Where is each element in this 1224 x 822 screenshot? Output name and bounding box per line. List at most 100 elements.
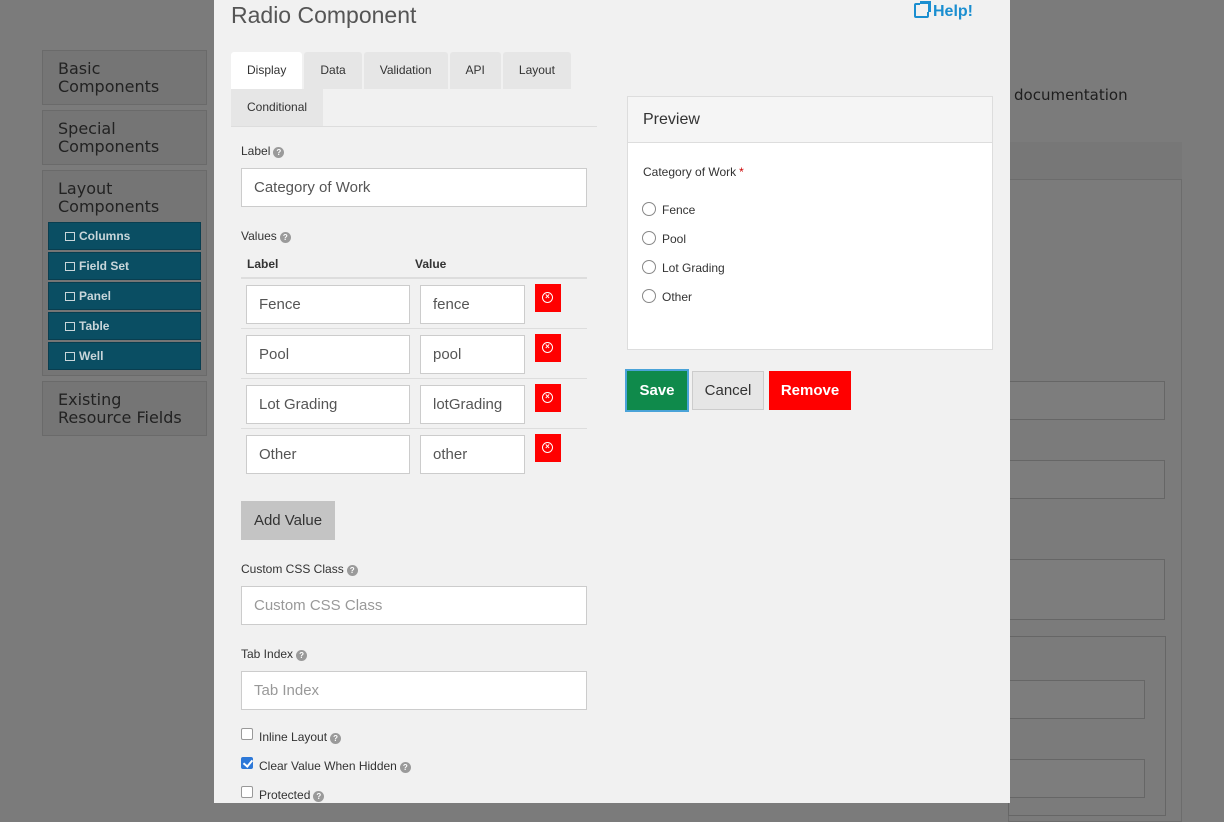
item-label: Columns (79, 229, 131, 243)
clear-value-option: Clear Value When Hidden? (241, 757, 411, 773)
tab-data[interactable]: Data (304, 52, 362, 89)
radio-option-other[interactable]: Other (642, 289, 692, 304)
table-row: × (241, 329, 587, 379)
question-icon[interactable]: ? (399, 762, 411, 773)
list-alt-icon (65, 292, 75, 301)
values-table-header: Label Value (241, 257, 587, 279)
tab-display[interactable]: Display (231, 52, 303, 89)
question-icon[interactable]: ? (330, 733, 342, 744)
question-icon[interactable]: ? (346, 565, 358, 576)
question-icon[interactable]: ? (273, 147, 285, 158)
checkbox-label: Inline Layout (259, 730, 328, 744)
remove-circle-icon: × (542, 442, 553, 453)
value-value-input[interactable] (420, 335, 525, 374)
radio-label: Pool (662, 232, 687, 246)
table-row: × (241, 379, 587, 429)
column-header-label: Label (247, 257, 279, 271)
clear-value-checkbox[interactable] (241, 757, 253, 769)
columns-icon (65, 232, 75, 241)
table-icon (65, 322, 75, 331)
radio-label: Fence (662, 203, 696, 217)
item-label: Well (79, 349, 104, 363)
checkbox-label: Protected (259, 788, 311, 802)
help-link[interactable]: Help! (914, 1, 973, 21)
group-label: Special (58, 119, 116, 138)
value-label-input[interactable] (246, 335, 410, 374)
protected-checkbox[interactable] (241, 786, 253, 798)
checkbox-label: Clear Value When Hidden (259, 759, 397, 773)
remove-row-button[interactable]: × (535, 434, 561, 462)
question-icon[interactable]: ? (296, 650, 308, 661)
save-button[interactable]: Save (627, 371, 687, 410)
radio-circle[interactable] (642, 289, 656, 303)
radio-circle[interactable] (642, 202, 656, 216)
background-input (1008, 759, 1145, 798)
custom-css-input[interactable] (241, 586, 587, 625)
label-input[interactable] (241, 168, 587, 207)
radio-option-lot-grading[interactable]: Lot Grading (642, 260, 725, 275)
protected-option: Protected? (241, 786, 325, 802)
value-label-input[interactable] (246, 435, 410, 474)
tab-index-input[interactable] (241, 671, 587, 710)
layout-item-panel[interactable]: Panel (48, 282, 201, 310)
group-existing-resource-fields[interactable]: Existing Resource Fields (42, 381, 207, 436)
values-field-label: Values? (241, 229, 291, 243)
tab-layout[interactable]: Layout (502, 52, 571, 89)
modal-title: Radio Component (231, 2, 417, 28)
value-label-input[interactable] (246, 285, 410, 324)
inline-layout-option: Inline Layout? (241, 728, 342, 744)
column-header-value: Value (415, 257, 447, 271)
required-mark: * (739, 165, 744, 179)
value-label-input[interactable] (246, 385, 410, 424)
help-label: Help! (933, 3, 973, 20)
layout-item-columns[interactable]: Columns (48, 222, 201, 250)
radio-label: Lot Grading (662, 261, 725, 275)
square-icon (65, 352, 75, 361)
th-large-icon (65, 262, 75, 271)
preview-panel: Preview Category of Work * Fence Pool Lot… (627, 96, 993, 350)
remove-row-button[interactable]: × (535, 284, 561, 312)
question-icon[interactable]: ? (313, 791, 325, 802)
background-input (1008, 460, 1165, 499)
value-value-input[interactable] (420, 285, 525, 324)
value-value-input[interactable] (420, 435, 525, 474)
question-icon[interactable]: ? (279, 232, 291, 243)
add-value-button[interactable]: Add Value (241, 501, 335, 540)
inline-layout-checkbox[interactable] (241, 728, 253, 740)
tab-conditional[interactable]: Conditional (231, 89, 324, 126)
radio-circle[interactable] (642, 231, 656, 245)
group-special-components[interactable]: Special Components (42, 110, 207, 165)
tab-api[interactable]: API (449, 52, 501, 89)
preview-field-label: Category of Work * (643, 165, 744, 179)
value-value-input[interactable] (420, 385, 525, 424)
cancel-button[interactable]: Cancel (692, 371, 764, 410)
remove-circle-icon: × (542, 342, 553, 353)
group-label: Components (58, 137, 160, 156)
layout-item-well[interactable]: Well (48, 342, 201, 370)
item-label: Table (79, 319, 110, 333)
layout-item-field-set[interactable]: Field Set (48, 252, 201, 280)
values-table: Label Value × × × × (241, 257, 587, 479)
remove-row-button[interactable]: × (535, 384, 561, 412)
tab-index-label: Tab Index? (241, 647, 308, 661)
item-label: Field Set (79, 259, 130, 273)
tab-validation[interactable]: Validation (363, 52, 448, 89)
documentation-link[interactable]: documentation (1014, 86, 1128, 104)
remove-circle-icon: × (542, 292, 553, 303)
group-layout-components[interactable]: Layout Components (42, 170, 207, 222)
remove-button[interactable]: Remove (769, 371, 851, 410)
group-basic-components[interactable]: Basic Components (42, 50, 207, 105)
remove-row-button[interactable]: × (535, 334, 561, 362)
group-label: Components (58, 77, 160, 96)
radio-option-pool[interactable]: Pool (642, 231, 686, 246)
layout-items-list: Columns Field Set Panel Table Well (42, 222, 207, 376)
group-label: Resource Fields (58, 408, 182, 427)
table-row: × (241, 429, 587, 479)
layout-item-table[interactable]: Table (48, 312, 201, 340)
tab-divider (231, 126, 597, 127)
radio-circle[interactable] (642, 260, 656, 274)
radio-component-modal: Radio Component Help! Display Data Valid… (214, 0, 1010, 803)
radio-label: Other (662, 290, 693, 304)
background-input (1008, 381, 1165, 420)
radio-option-fence[interactable]: Fence (642, 202, 695, 217)
